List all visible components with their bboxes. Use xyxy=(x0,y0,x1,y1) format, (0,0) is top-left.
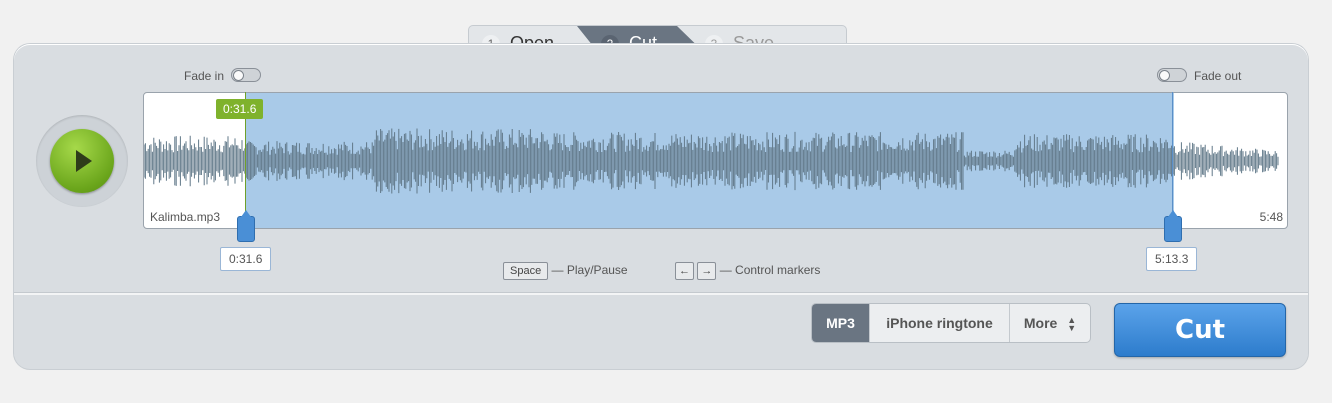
left-arrow-key: ← xyxy=(675,262,694,280)
end-time-field[interactable]: 5:13.3 xyxy=(1146,247,1198,271)
format-iphone-ringtone[interactable]: iPhone ringtone xyxy=(870,304,1010,342)
space-key: Space xyxy=(503,262,549,280)
start-marker-tag: 0:31.6 xyxy=(216,99,264,119)
editor-panel: Fade in Fade out Kalimba.mp3 5:48 0:31.6… xyxy=(14,44,1308,369)
format-more[interactable]: More ▲ ▼ xyxy=(1010,304,1090,342)
play-button[interactable] xyxy=(50,129,114,193)
cut-button[interactable]: Cut xyxy=(1114,303,1286,357)
start-time-field[interactable]: 0:31.6 xyxy=(220,247,272,271)
fade-out-toggle[interactable] xyxy=(1157,68,1187,82)
markers-hint: ← → — Control markers xyxy=(675,262,820,280)
format-selector: MP3 iPhone ringtone More ▲ ▼ xyxy=(811,303,1091,343)
play-pause-hint: Space — Play/Pause xyxy=(503,262,628,280)
fade-in-label: Fade in xyxy=(184,69,225,83)
editor-upper: Fade in Fade out Kalimba.mp3 5:48 0:31.6… xyxy=(14,44,1308,292)
fade-in-toggle[interactable] xyxy=(231,68,261,82)
waveform-path xyxy=(144,128,1279,194)
waveform-graphic xyxy=(144,128,1279,194)
waveform[interactable]: Kalimba.mp3 5:48 xyxy=(143,92,1288,229)
duration: 5:48 xyxy=(1259,210,1283,224)
markers-text: — Control markers xyxy=(719,263,821,278)
right-arrow-key: → xyxy=(697,262,717,280)
start-handle[interactable] xyxy=(237,210,255,242)
fade-out-label: Fade out xyxy=(1194,69,1242,83)
toggle-knob xyxy=(1159,70,1170,81)
updown-arrows-icon: ▲ ▼ xyxy=(1067,315,1077,334)
format-more-label: More xyxy=(1023,315,1058,331)
end-handle[interactable] xyxy=(1164,210,1182,242)
play-button-ring xyxy=(36,115,128,207)
play-pause-text: — Play/Pause xyxy=(551,263,628,278)
format-mp3[interactable]: MP3 xyxy=(812,304,870,342)
file-name: Kalimba.mp3 xyxy=(150,210,221,224)
toggle-knob xyxy=(233,70,244,81)
editor-lower: MP3 iPhone ringtone More ▲ ▼ Cut xyxy=(14,295,1308,369)
